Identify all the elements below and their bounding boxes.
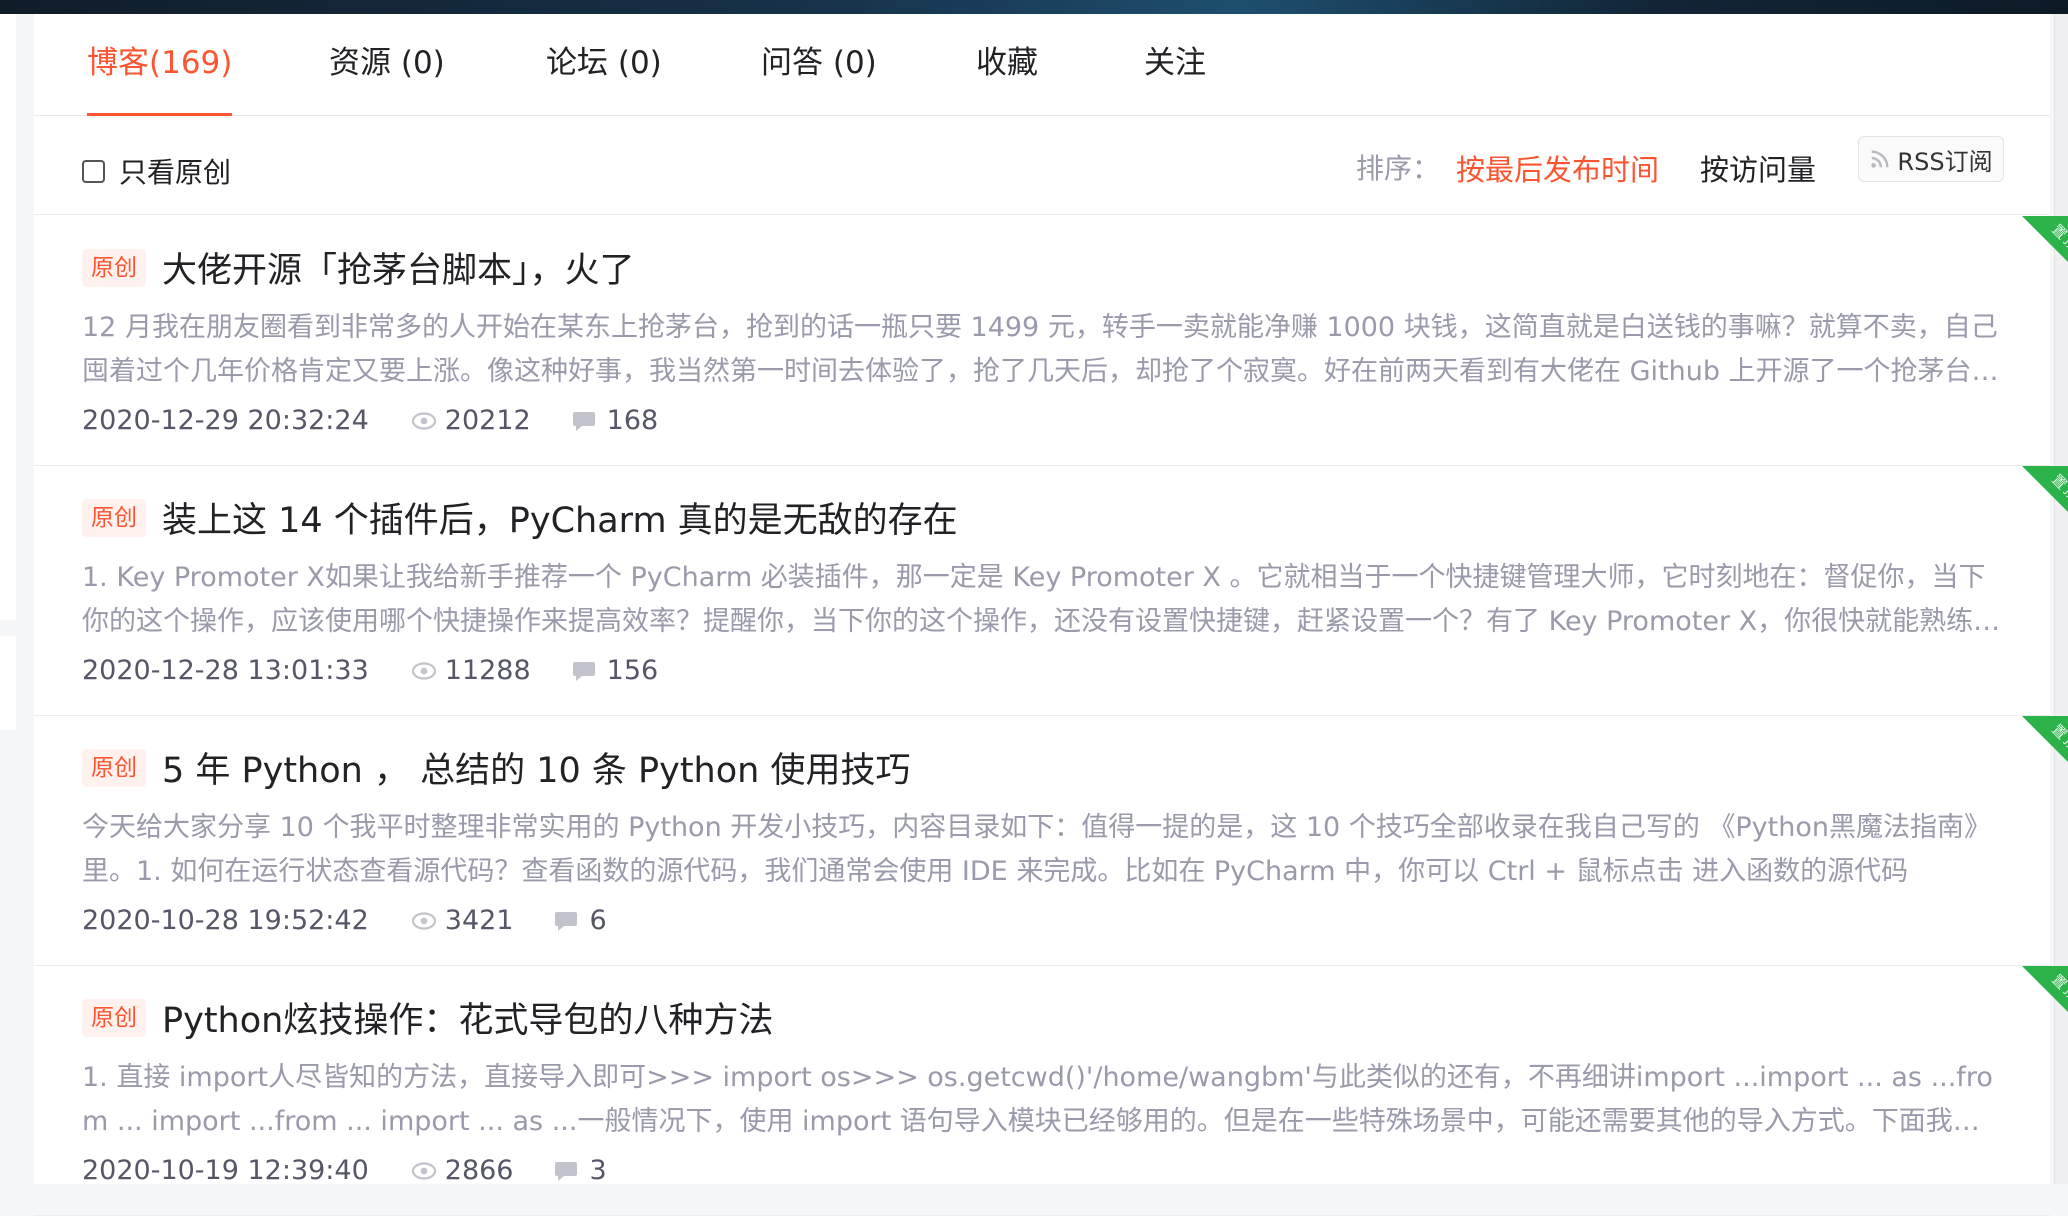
article-views: 3421 <box>411 905 514 936</box>
article-comments: 156 <box>571 655 659 686</box>
article-title-row: 原创 Python炫技操作：花式导包的八种方法 <box>82 992 773 1043</box>
article-summary: 今天给大家分享 10 个我平时整理非常实用的 Python 开发小技巧，内容目录… <box>82 812 1991 887</box>
content-tabs: 博客(169) 资源 (0) 论坛 (0) 问答 (0) 收藏 关注 <box>34 14 2050 116</box>
article-date: 2020-12-28 13:01:33 <box>82 655 369 686</box>
article-summary: 1. Key Promoter X如果让我给新手推荐一个 PyCharm 必装插… <box>82 562 2001 637</box>
article-views: 11288 <box>411 655 531 686</box>
article-title-row: 原创 5 年 Python ， 总结的 10 条 Python 使用技巧 <box>82 742 910 793</box>
original-badge: 原创 <box>82 498 146 537</box>
top-banner <box>0 0 2068 14</box>
article-title-row: 原创 装上这 14 个插件后，PyCharm 真的是无敌的存在 <box>82 492 958 543</box>
comment-bubble-icon <box>555 1161 578 1181</box>
comments-count: 6 <box>589 905 607 936</box>
article-views: 20212 <box>411 405 531 436</box>
only-original-toggle[interactable]: 只看原创 <box>82 151 231 191</box>
article-date: 2020-10-19 12:39:40 <box>82 1155 369 1186</box>
eye-icon <box>411 411 436 430</box>
article-meta: 2020-12-28 13:01:33 11288 156 <box>82 655 658 686</box>
comment-bubble-icon <box>555 911 578 931</box>
views-count: 11288 <box>444 655 531 686</box>
article-views: 2866 <box>411 1155 514 1186</box>
eye-icon <box>411 1161 436 1180</box>
rss-label: RSS订阅 <box>1897 147 1993 176</box>
article-summary: 12 月我在朋友圈看到非常多的人开始在某东上抢茅台，抢到的话一瓶只要 1499 … <box>82 312 1999 387</box>
tab-following[interactable]: 关注 <box>1144 40 1206 116</box>
article-title-row: 原创 大佬开源「抢茅台脚本」，火了 <box>82 242 635 293</box>
views-count: 2866 <box>444 1155 514 1186</box>
views-count: 20212 <box>444 405 531 436</box>
article-title[interactable]: Python炫技操作：花式导包的八种方法 <box>162 992 773 1043</box>
rss-subscribe-button[interactable]: RSS订阅 <box>1858 136 2004 182</box>
only-original-checkbox[interactable] <box>82 159 105 183</box>
article-date: 2020-10-28 19:52:42 <box>82 905 369 936</box>
comment-bubble-icon <box>572 661 595 681</box>
left-sidebar-card-edge <box>0 14 16 620</box>
pinned-ribbon: 置顶 <box>2022 966 2068 1028</box>
tab-blog[interactable]: 博客(169) <box>87 40 233 116</box>
tab-favorites[interactable]: 收藏 <box>976 40 1038 116</box>
sort-by-latest-button[interactable]: 按最后发布时间 <box>1456 147 1659 189</box>
pinned-ribbon: 置顶 <box>2022 466 2068 528</box>
filter-bar: 只看原创 排序： 按最后发布时间 按访问量 RSS订阅 <box>34 117 2050 215</box>
article-title[interactable]: 5 年 Python ， 总结的 10 条 Python 使用技巧 <box>162 742 910 793</box>
pinned-ribbon: 置顶 <box>2022 716 2068 778</box>
article-item[interactable]: 原创 5 年 Python ， 总结的 10 条 Python 使用技巧 今天给… <box>34 716 2068 966</box>
only-original-label: 只看原创 <box>119 156 232 189</box>
pinned-ribbon: 置顶 <box>2022 216 2068 278</box>
tab-resources[interactable]: 资源 (0) <box>329 40 445 116</box>
article-title[interactable]: 装上这 14 个插件后，PyCharm 真的是无敌的存在 <box>162 492 958 543</box>
tab-forum[interactable]: 论坛 (0) <box>546 40 662 116</box>
original-badge: 原创 <box>82 748 146 787</box>
sort-by-views-button[interactable]: 按访问量 <box>1700 147 1816 189</box>
article-meta: 2020-12-29 20:32:24 20212 168 <box>82 405 658 436</box>
comment-bubble-icon <box>572 411 595 431</box>
article-list-panel: 博客(169) 资源 (0) 论坛 (0) 问答 (0) 收藏 关注 只看原创 … <box>34 14 2068 1216</box>
left-sidebar-card-edge <box>0 636 16 730</box>
comments-count: 156 <box>606 655 659 686</box>
comments-count: 168 <box>606 405 659 436</box>
article-comments: 168 <box>571 405 659 436</box>
article-comments: 3 <box>553 1155 607 1186</box>
eye-icon <box>411 661 436 680</box>
article-date: 2020-12-29 20:32:24 <box>82 405 369 436</box>
original-badge: 原创 <box>82 248 146 287</box>
comments-count: 3 <box>589 1155 607 1186</box>
views-count: 3421 <box>444 905 514 936</box>
original-badge: 原创 <box>82 998 146 1037</box>
article-meta: 2020-10-28 19:52:42 3421 6 <box>82 905 607 936</box>
article-summary: 1. 直接 import人尽皆知的方法，直接导入即可>>> import os>… <box>82 1062 1993 1137</box>
article-item[interactable]: 原创 大佬开源「抢茅台脚本」，火了 12 月我在朋友圈看到非常多的人开始在某东上… <box>34 216 2068 466</box>
rss-icon <box>1871 150 1889 168</box>
article-meta: 2020-10-19 12:39:40 2866 3 <box>82 1155 607 1186</box>
tab-qa[interactable]: 问答 (0) <box>761 40 877 116</box>
eye-icon <box>411 911 436 930</box>
article-item[interactable]: 原创 装上这 14 个插件后，PyCharm 真的是无敌的存在 1. Key P… <box>34 466 2068 716</box>
article-title[interactable]: 大佬开源「抢茅台脚本」，火了 <box>162 242 635 293</box>
article-comments: 6 <box>553 905 607 936</box>
sort-label: 排序： <box>1356 152 1441 185</box>
article-item[interactable]: 原创 Python炫技操作：花式导包的八种方法 1. 直接 import人尽皆知… <box>34 966 2068 1216</box>
